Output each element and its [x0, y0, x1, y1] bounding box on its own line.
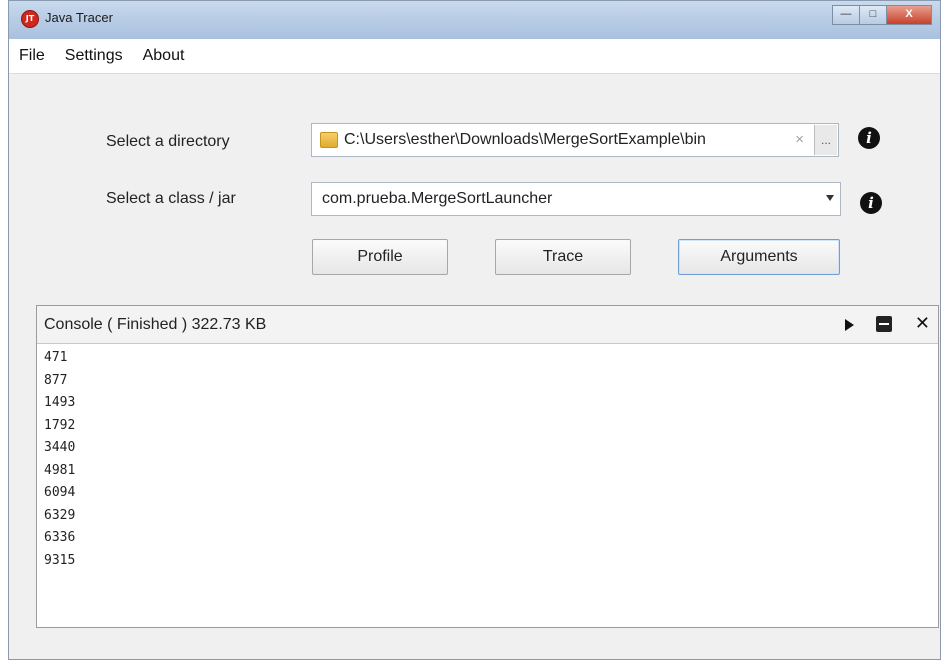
class-info-icon[interactable]: i	[860, 192, 882, 214]
directory-field[interactable]: C:\Users\esther\Downloads\MergeSortExamp…	[311, 123, 839, 157]
console-output[interactable]: 471 877 1493 1792 3440 4981 6094 6329 63…	[44, 347, 75, 572]
class-label: Select a class / jar	[106, 190, 236, 207]
menu-file[interactable]: File	[19, 47, 45, 65]
console-panel: Console ( Finished ) 322.73 KB ✕ 471 877…	[36, 305, 939, 628]
console-line: 1792	[44, 417, 76, 433]
maximize-window-button[interactable]: □	[859, 5, 886, 25]
menu-settings[interactable]: Settings	[65, 47, 123, 65]
class-select-value: com.prueba.MergeSortLauncher	[322, 190, 553, 207]
window-controls: — □ X	[832, 5, 932, 25]
app-window: JT Java Tracer — □ X File Settings About…	[8, 0, 941, 660]
console-header: Console ( Finished ) 322.73 KB ✕	[37, 306, 938, 344]
trace-button[interactable]: Trace	[495, 239, 631, 275]
class-select[interactable]: com.prueba.MergeSortLauncher	[311, 182, 841, 216]
console-line: 3440	[44, 440, 76, 455]
close-console-icon[interactable]: ✕	[915, 313, 930, 334]
console-line: 9315	[44, 552, 76, 568]
console-title: Console ( Finished ) 322.73 KB	[44, 316, 267, 333]
title-bar[interactable]: JT Java Tracer — □ X	[9, 1, 940, 39]
clear-directory-icon[interactable]: ×	[795, 131, 804, 148]
close-window-button[interactable]: X	[886, 5, 932, 25]
browse-directory-button[interactable]: ...	[814, 125, 837, 155]
console-line: 6329	[44, 507, 76, 523]
window-title: Java Tracer	[45, 10, 113, 25]
menu-about[interactable]: About	[143, 47, 185, 65]
play-icon[interactable]	[845, 319, 854, 331]
chevron-down-icon[interactable]	[826, 195, 834, 201]
directory-label: Select a directory	[106, 133, 230, 150]
console-line: 6336	[44, 530, 76, 545]
console-line: 4981	[44, 462, 76, 478]
console-line: 6094	[44, 485, 76, 500]
minimize-console-icon[interactable]	[876, 316, 892, 332]
menu-bar: File Settings About	[9, 39, 940, 74]
console-line: 1493	[44, 395, 76, 410]
arguments-button[interactable]: Arguments	[678, 239, 840, 275]
console-line: 471	[44, 350, 68, 365]
minimize-window-button[interactable]: —	[832, 5, 859, 25]
console-line: 877	[44, 372, 68, 388]
profile-button[interactable]: Profile	[312, 239, 448, 275]
java-tracer-app-icon: JT	[21, 10, 39, 28]
folder-icon	[320, 132, 338, 148]
directory-info-icon[interactable]: i	[858, 127, 880, 149]
directory-path-value: C:\Users\esther\Downloads\MergeSortExamp…	[344, 131, 706, 148]
